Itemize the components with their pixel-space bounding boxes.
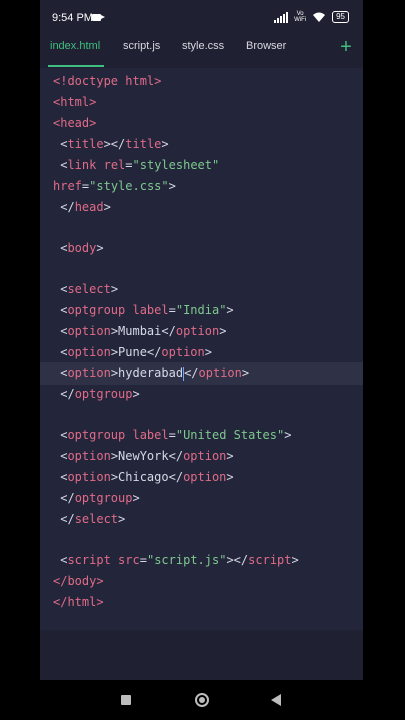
code-line-21[interactable]: </body> xyxy=(53,571,104,592)
tab-index-html[interactable]: index.html xyxy=(50,40,100,52)
tab-browser[interactable]: Browser xyxy=(246,40,286,52)
code-line-18[interactable]: </optgroup> xyxy=(53,488,140,509)
editor-tabs: index.html script.js style.css Browser + xyxy=(40,36,363,69)
tab-script-js[interactable]: script.js xyxy=(123,40,160,52)
code-line-11[interactable]: <option>Mumbai</option> xyxy=(53,321,226,342)
code-line-6[interactable]: href="style.css"> xyxy=(53,176,176,197)
code-line-16[interactable]: <option>NewYork</option> xyxy=(53,446,233,467)
status-icons: Vo WiFi 95 xyxy=(274,11,349,23)
vowifi-icon: Vo WiFi xyxy=(294,11,307,23)
code-line-8[interactable]: <body> xyxy=(53,238,103,259)
wifi-icon xyxy=(313,12,326,22)
code-line-2[interactable]: <html> xyxy=(53,92,96,113)
recents-icon[interactable] xyxy=(121,695,131,705)
android-nav-bar xyxy=(0,680,405,720)
code-line-7[interactable]: </head> xyxy=(53,197,111,218)
code-line-4[interactable]: <title></title> xyxy=(53,134,168,155)
code-line-12[interactable]: <option>Pune</option> xyxy=(53,342,212,363)
status-time: 9:54 PM xyxy=(52,12,93,24)
code-line-1[interactable]: <!doctype html> xyxy=(53,71,161,92)
battery-icon: 95 xyxy=(332,11,349,23)
code-line-5[interactable]: <link rel="stylesheet" xyxy=(53,155,219,176)
code-line-14[interactable]: </optgroup> xyxy=(53,384,140,405)
code-line-22[interactable]: </html> xyxy=(53,592,104,613)
code-line-10[interactable]: <optgroup label="India"> xyxy=(53,300,233,321)
code-line-3[interactable]: <head> xyxy=(53,113,96,134)
phone-screen: 9:54 PM Vo WiFi 95 index.html script.js … xyxy=(40,0,363,720)
status-bar: 9:54 PM Vo WiFi 95 xyxy=(40,0,363,36)
add-tab-button[interactable]: + xyxy=(337,36,355,58)
code-line-19[interactable]: </select> xyxy=(53,509,125,530)
back-icon[interactable] xyxy=(271,694,281,706)
editor-footer-area xyxy=(40,630,363,680)
tab-style-css[interactable]: style.css xyxy=(182,40,224,52)
active-tab-indicator xyxy=(48,65,104,67)
code-line-20[interactable]: <script src="script.js"></script> xyxy=(53,550,299,571)
home-icon[interactable] xyxy=(195,693,209,707)
screen-record-icon xyxy=(92,14,105,21)
code-line-9[interactable]: <select> xyxy=(53,279,118,300)
code-line-13[interactable]: <option>hyderabad</option> xyxy=(53,363,249,384)
code-editor[interactable]: <!doctype html> <html> <head> <title></t… xyxy=(40,68,363,630)
code-line-17[interactable]: <option>Chicago</option> xyxy=(53,467,233,488)
code-line-15[interactable]: <optgroup label="United States"> xyxy=(53,425,291,446)
signal-icon xyxy=(274,11,289,23)
